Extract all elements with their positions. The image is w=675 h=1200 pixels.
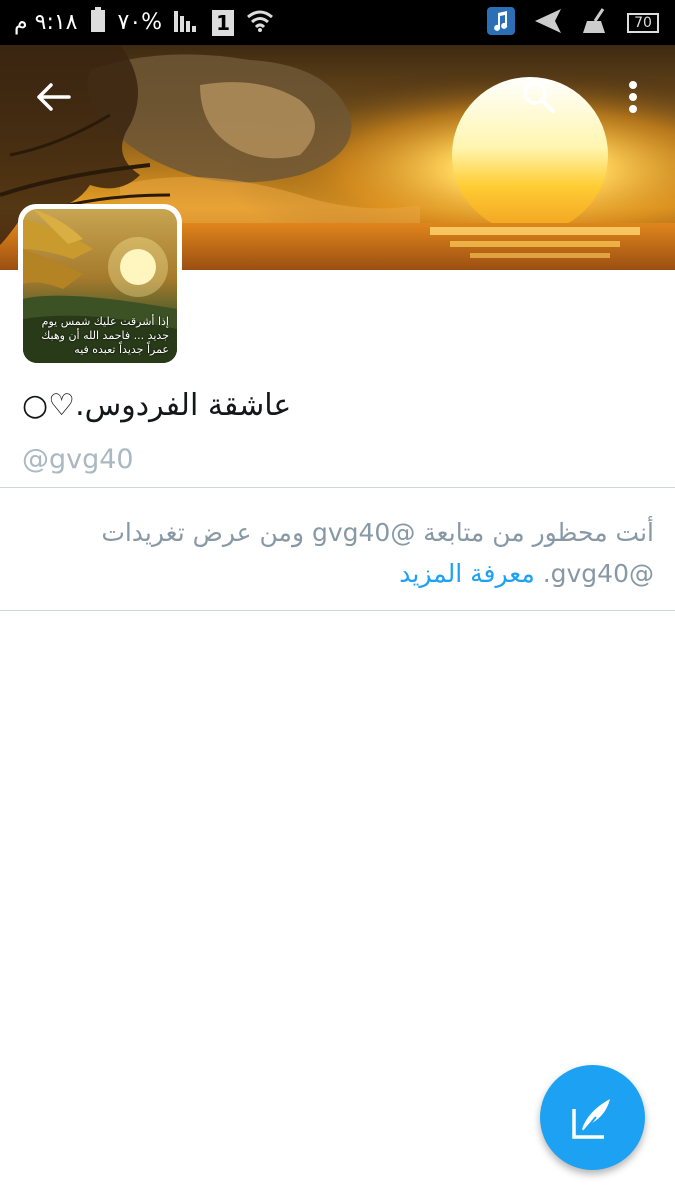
search-button[interactable]	[516, 74, 562, 120]
divider-top	[0, 487, 675, 488]
arrow-left-icon	[37, 83, 71, 111]
sim-slot-number: 1	[216, 10, 230, 35]
send-icon	[533, 8, 563, 38]
avatar-image: إذا أشرقت عليك شمس يوم جديد ... فاحمد ال…	[23, 209, 177, 363]
signal-icon	[174, 8, 200, 38]
compose-tweet-button[interactable]	[540, 1065, 645, 1170]
user-handle: @gvg40	[22, 444, 134, 475]
status-bar-right: 70	[487, 0, 659, 45]
battery-badge: 70	[634, 14, 652, 31]
learn-more-link[interactable]: معرفة المزيد	[399, 559, 534, 588]
profile-avatar[interactable]: إذا أشرقت عليك شمس يوم جديد ... فاحمد ال…	[18, 204, 182, 368]
back-button[interactable]	[30, 74, 76, 120]
compose-tweet-icon	[571, 1098, 610, 1139]
wifi-icon	[246, 7, 274, 39]
status-bar-left: ٩:١٨ م %٧٠ 1	[14, 0, 274, 45]
status-time: ٩:١٨ م	[14, 10, 78, 35]
status-bar: ٩:١٨ م %٧٠ 1 70	[0, 0, 675, 45]
blocked-notice: أنت محظور من متابعة @gvg40 ومن عرض تغريد…	[24, 512, 654, 594]
overflow-menu-icon	[629, 81, 637, 113]
blocked-notice-text: أنت محظور من متابعة @gvg40 ومن عرض تغريد…	[101, 518, 654, 588]
battery-percent: %٧٠	[117, 10, 163, 35]
sim-icon: 1	[212, 9, 235, 36]
battery-icon	[90, 6, 106, 39]
overflow-menu-button[interactable]	[610, 74, 656, 120]
avatar-caption: إذا أشرقت عليك شمس يوم جديد ... فاحمد ال…	[41, 315, 169, 356]
search-icon	[523, 81, 555, 113]
music-app-icon	[487, 6, 515, 39]
display-name: عاشقة الفردوس.♡○	[22, 388, 292, 423]
battery-saver-icon: 70	[627, 12, 659, 33]
divider-bottom	[0, 610, 675, 611]
cleaner-icon	[581, 7, 609, 39]
